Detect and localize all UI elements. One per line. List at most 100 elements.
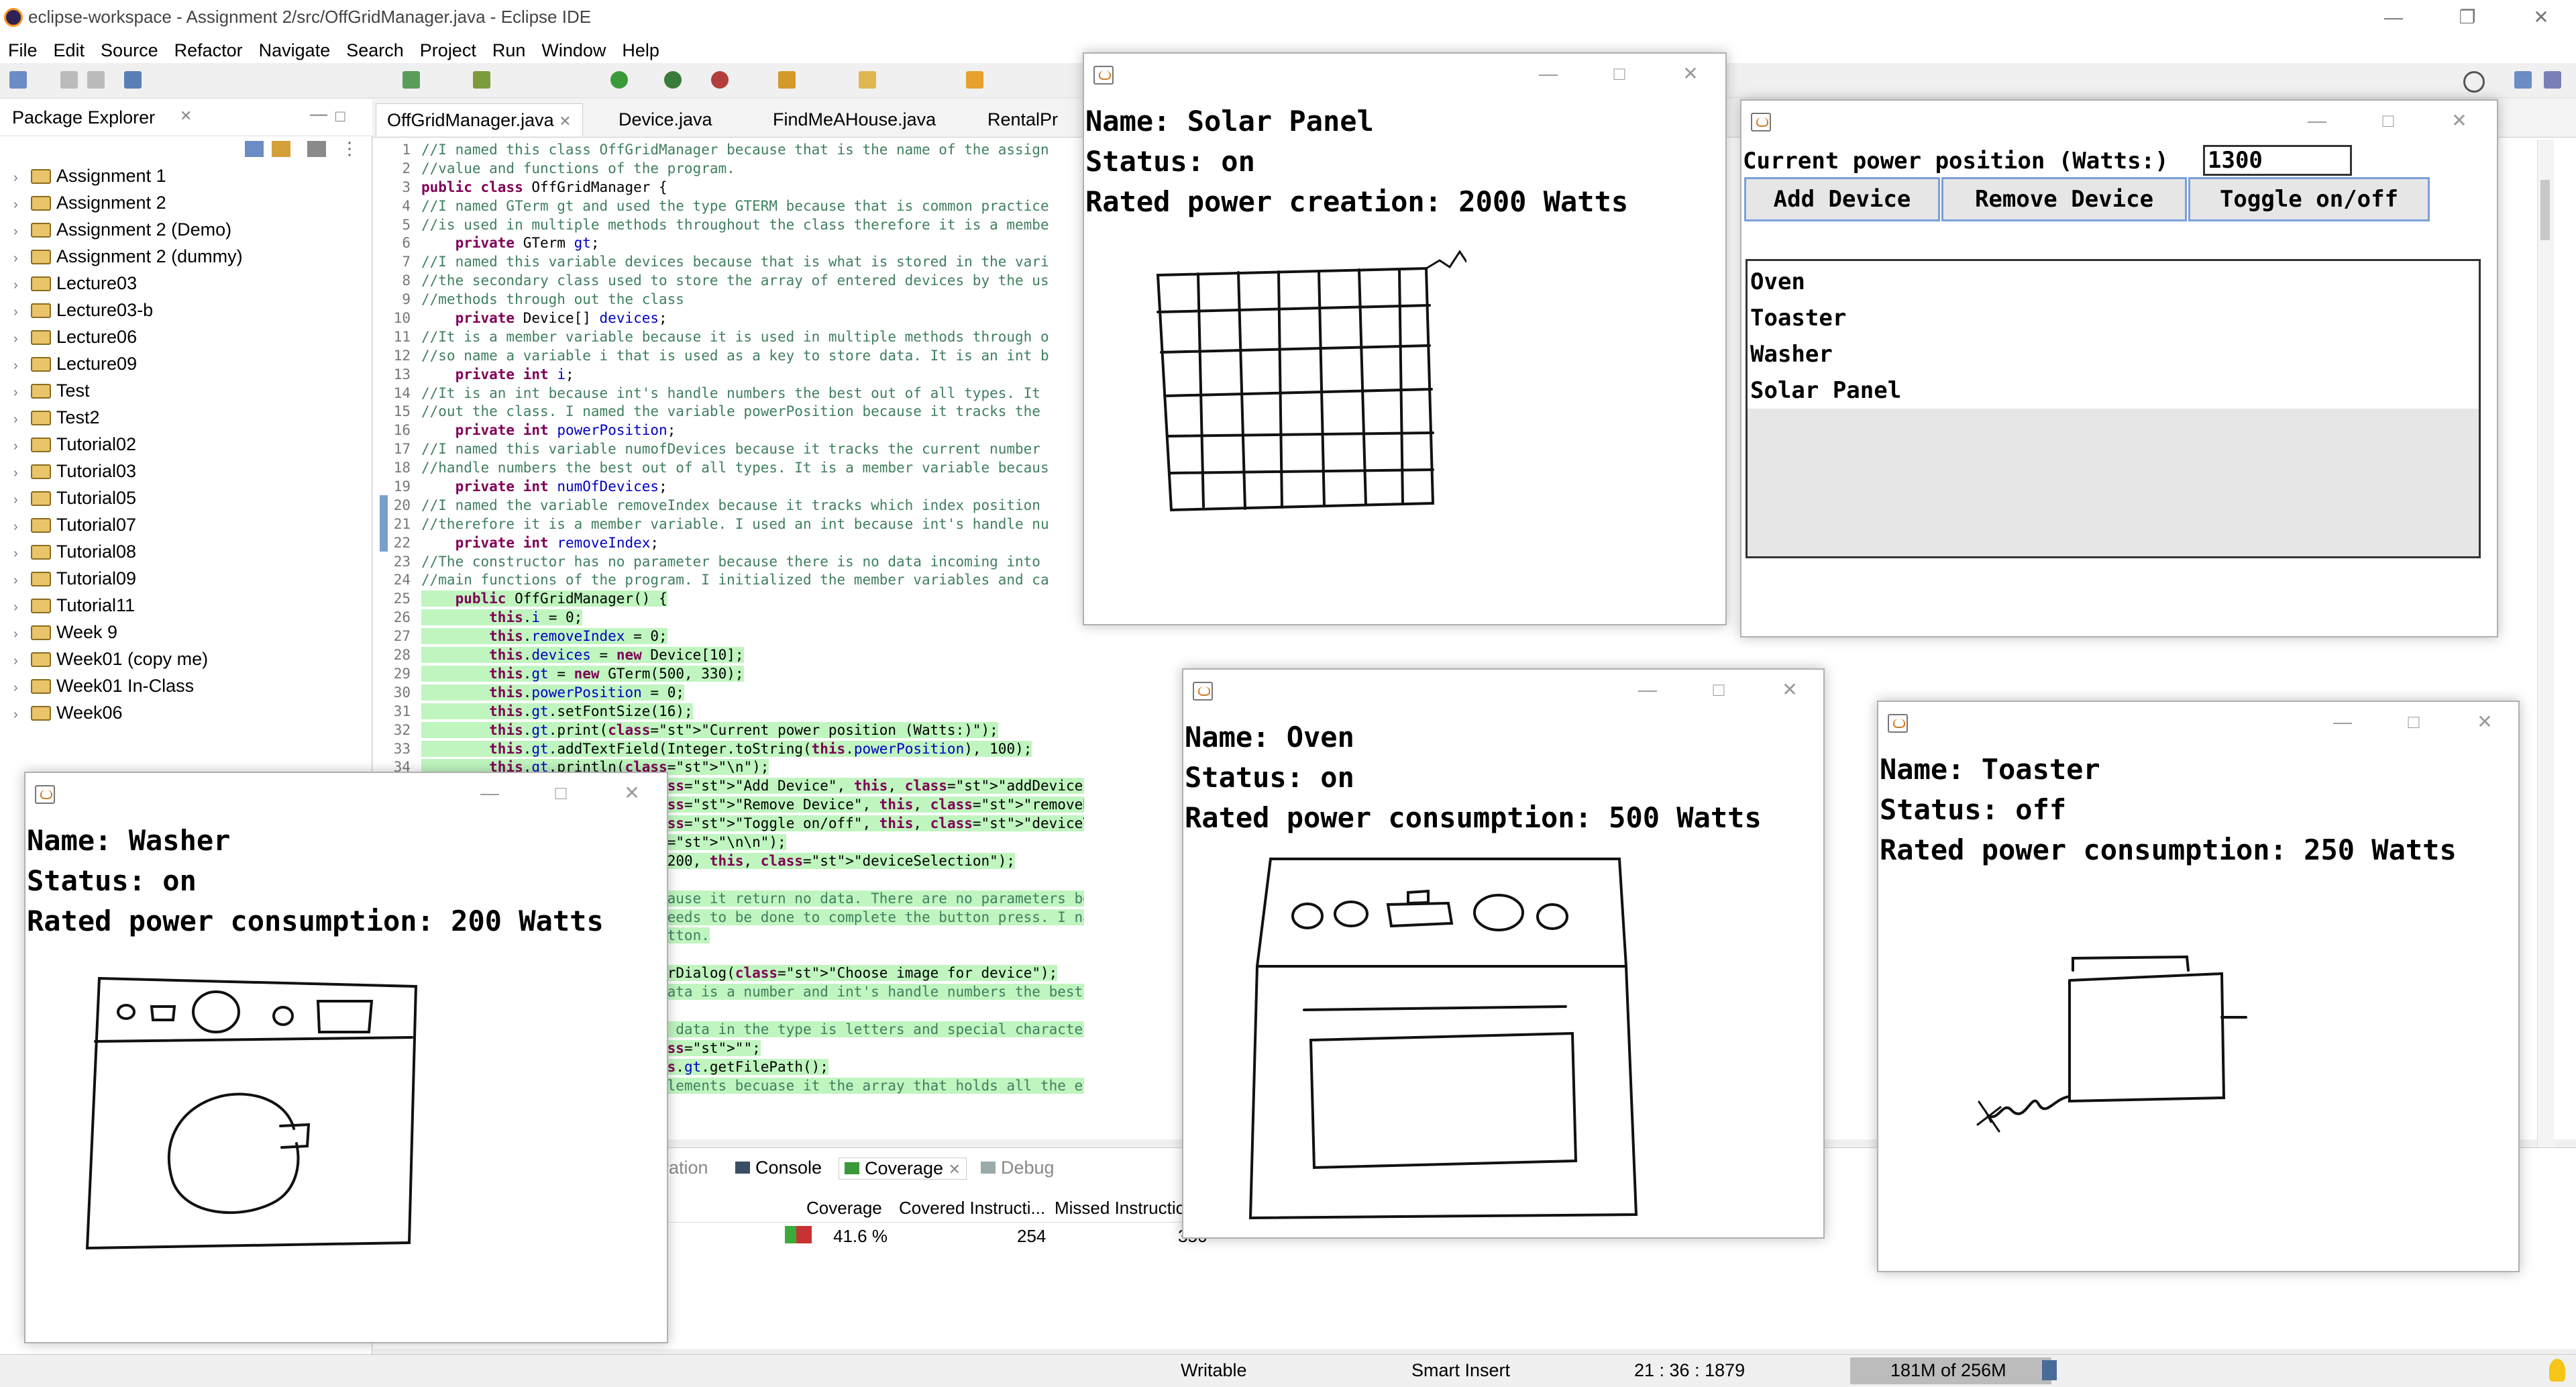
close-icon[interactable]: ✕ — [1771, 676, 1809, 703]
menu-run[interactable]: Run — [484, 38, 534, 63]
code-line[interactable]: 14 //It is an int because int's handle nu… — [373, 384, 1084, 403]
garbage-collect-icon[interactable] — [2042, 1360, 2057, 1380]
build-icon[interactable] — [473, 71, 490, 89]
code-line[interactable]: 9 //methods through out the class — [373, 291, 1084, 309]
filter-icon[interactable] — [307, 141, 326, 157]
minimize-icon[interactable]: — — [1529, 60, 1567, 87]
tab-device[interactable]: Device.java — [608, 103, 723, 136]
minimize-icon[interactable]: — — [1629, 676, 1666, 703]
code-line[interactable]: 8 //the secondary class used to store the… — [373, 272, 1084, 291]
menu-project[interactable]: Project — [412, 38, 484, 63]
save-all-icon[interactable] — [87, 71, 105, 89]
project-item[interactable]: › Tutorial03 — [13, 458, 136, 484]
add-device-button[interactable]: Add Device — [1744, 177, 1940, 221]
column-coverage[interactable]: Coverage — [806, 1198, 882, 1219]
code-line[interactable]: 32 this.gt.print(class="st">"Current pow… — [373, 721, 1084, 740]
code-line[interactable]: 27 this.removeIndex = 0; — [373, 627, 1084, 646]
project-item[interactable]: › Week 9 — [13, 619, 117, 646]
menu-file[interactable]: File — [0, 38, 46, 63]
code-line[interactable]: 4 //I named GTerm gt and used the type GT… — [373, 197, 1084, 216]
tab-findmeahouse[interactable]: FindMeAHouse.java — [762, 103, 947, 136]
code-line[interactable]: 12 //so name a variable i that is used as… — [373, 347, 1084, 366]
menu-source[interactable]: Source — [93, 38, 166, 63]
close-icon[interactable]: ✕ — [1672, 60, 1709, 87]
expand-icon[interactable]: › — [13, 540, 27, 567]
maximize-icon[interactable]: □ — [542, 780, 580, 807]
code-line[interactable]: 18 //handle numbers the best out of all t… — [373, 459, 1084, 478]
tab-close-icon[interactable]: ✕ — [559, 113, 571, 130]
minimize-icon[interactable]: — — [471, 780, 508, 807]
code-line[interactable]: 33 this.gt.addTextField(Integer.toString… — [373, 740, 1084, 759]
view-close-icon[interactable]: ✕ — [180, 107, 192, 125]
close-icon[interactable]: ✕ — [613, 780, 651, 807]
code-line[interactable]: 16 private int powerPosition; — [373, 421, 1084, 440]
close-icon[interactable]: ✕ — [2520, 3, 2563, 32]
project-item[interactable]: › Tutorial08 — [13, 538, 136, 565]
project-item[interactable]: › Lecture06 — [13, 323, 137, 350]
expand-icon[interactable]: › — [13, 191, 27, 218]
view-maximize-icon[interactable]: □ — [335, 107, 345, 126]
project-item[interactable]: › Tutorial07 — [13, 511, 136, 538]
code-line[interactable]: 21 //therefore it is a member variable. I… — [373, 515, 1084, 534]
expand-icon[interactable]: › — [13, 701, 27, 728]
project-item[interactable]: › Tutorial05 — [13, 484, 136, 511]
project-item[interactable]: › Assignment 2 (dummy) — [13, 243, 243, 270]
maximize-icon[interactable]: □ — [1601, 60, 1638, 87]
expand-icon[interactable]: › — [13, 433, 27, 460]
code-line[interactable]: 28 this.devices = new Device[10]; — [373, 646, 1084, 665]
tab-offgridmanager[interactable]: OffGridManager.java ✕ — [376, 103, 583, 136]
project-item[interactable]: › Tutorial11 — [13, 592, 135, 619]
code-line[interactable]: 2 //value and functions of the program. — [373, 160, 1084, 178]
device-list[interactable]: Oven Toaster Washer Solar Panel — [1746, 259, 2481, 558]
code-line[interactable]: 22 private int removeIndex; — [373, 534, 1084, 553]
new-class-icon[interactable] — [778, 71, 796, 89]
menu-edit[interactable]: Edit — [46, 38, 93, 63]
close-icon[interactable]: ✕ — [2466, 709, 2504, 735]
power-position-field[interactable]: 1300 — [2203, 145, 2352, 176]
code-line[interactable]: 17 //I named this variable numofDevices b… — [373, 440, 1084, 459]
tab-coverage[interactable]: Coverage ✕ — [839, 1158, 967, 1180]
debug-skip-icon[interactable] — [124, 71, 142, 89]
search-icon[interactable] — [2463, 71, 2485, 93]
menu-window[interactable]: Window — [533, 38, 614, 63]
maximize-icon[interactable]: □ — [2369, 107, 2407, 134]
project-item[interactable]: › Week01 In-Class — [13, 672, 194, 699]
expand-icon[interactable]: › — [13, 513, 27, 540]
toggle-button[interactable]: Toggle on/off — [2188, 177, 2430, 221]
link-editor-icon[interactable] — [272, 141, 290, 157]
project-item[interactable]: › Test — [13, 377, 90, 404]
collapse-all-icon[interactable] — [245, 141, 264, 157]
minimize-icon[interactable]: — — [2298, 107, 2336, 134]
menu-help[interactable]: Help — [614, 38, 667, 63]
code-line[interactable]: 11 //It is a member variable because it i… — [373, 328, 1084, 347]
project-item[interactable]: › Lecture03 — [13, 270, 137, 297]
menu-navigate[interactable]: Navigate — [251, 38, 339, 63]
tab-debug[interactable]: Debug — [981, 1158, 1055, 1178]
list-item[interactable]: Washer — [1748, 336, 2479, 372]
project-item[interactable]: › Assignment 2 (Demo) — [13, 216, 231, 243]
code-line[interactable]: 24 //main functions of the program. I ini… — [373, 571, 1084, 590]
tab-rentalpr[interactable]: RentalPr — [977, 103, 1069, 136]
expand-icon[interactable]: › — [13, 218, 27, 245]
tip-lightbulb-icon[interactable] — [2549, 1359, 2565, 1382]
tab-close-icon[interactable]: ✕ — [949, 1161, 961, 1178]
menu-search[interactable]: Search — [338, 38, 412, 63]
tab-configuration[interactable]: ration — [663, 1158, 708, 1178]
expand-icon[interactable]: › — [13, 648, 27, 674]
expand-icon[interactable]: › — [13, 406, 27, 433]
minimize-icon[interactable]: — — [2372, 3, 2415, 32]
code-line[interactable]: 3 public class OffGridManager { — [373, 178, 1084, 197]
code-line[interactable]: 7 //I named this variable devices because… — [373, 253, 1084, 272]
expand-icon[interactable]: › — [13, 379, 27, 406]
project-item[interactable]: › Week06 — [13, 699, 123, 726]
java-perspective-icon[interactable] — [2544, 71, 2561, 89]
expand-icon[interactable]: › — [13, 325, 27, 352]
package-icon[interactable] — [402, 71, 420, 89]
expand-icon[interactable]: › — [13, 594, 27, 621]
project-item[interactable]: › Test2 — [13, 404, 100, 431]
tab-console[interactable]: Console — [735, 1158, 822, 1178]
run-coverage-icon[interactable] — [664, 71, 682, 89]
maximize-icon[interactable]: □ — [2395, 709, 2432, 735]
annotation-icon[interactable] — [966, 71, 983, 89]
view-menu-icon[interactable]: ⋮ — [341, 138, 358, 159]
